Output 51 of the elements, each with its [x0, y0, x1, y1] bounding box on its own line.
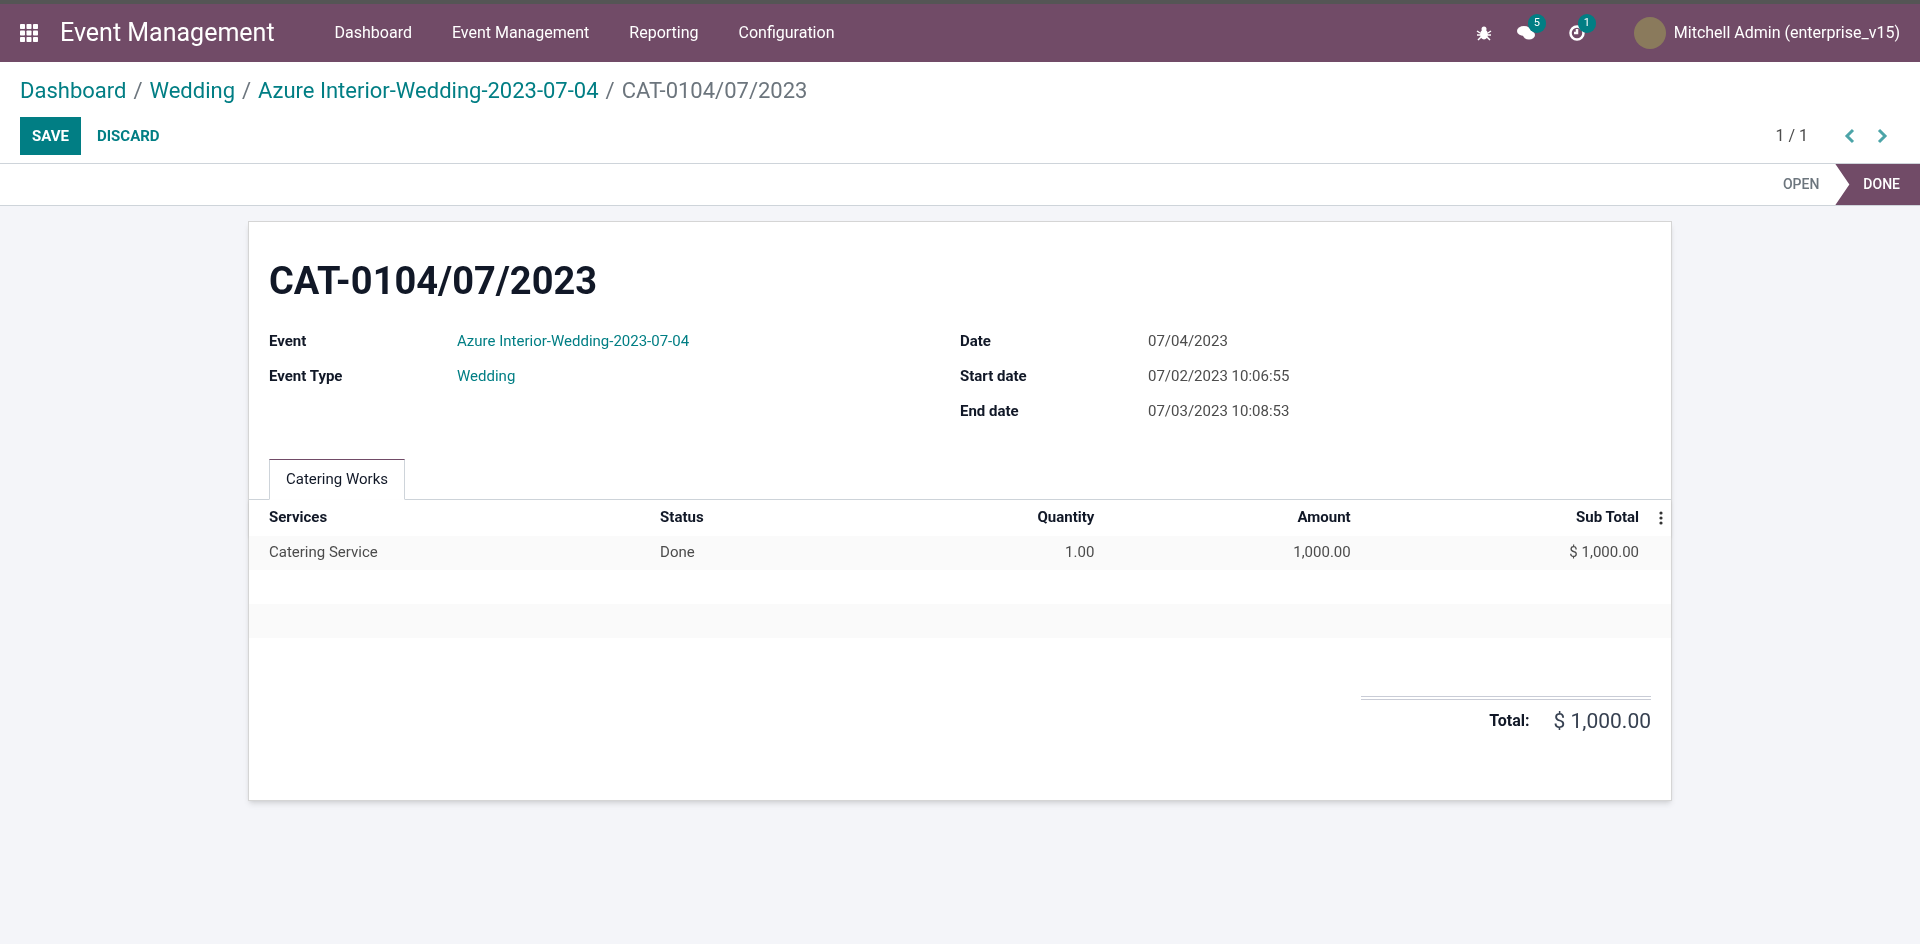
breadcrumb-separator: / — [242, 77, 252, 105]
pager-counter: 1 / 1 — [1775, 125, 1808, 147]
column-header[interactable]: Quantity — [859, 499, 1115, 536]
chevron-left-icon[interactable] — [1844, 128, 1856, 144]
notebook-tab[interactable]: Catering Works — [269, 458, 405, 500]
field-label: Date — [960, 330, 992, 352]
table-cell: Catering Service — [249, 535, 641, 570]
breadcrumb-item[interactable]: Dashboard — [20, 74, 127, 107]
notification-badge: 1 — [1577, 14, 1596, 33]
record-title: CAT-0104/07/2023 — [269, 258, 599, 305]
status-stage[interactable]: DONE — [1835, 164, 1920, 205]
field-label: Event — [269, 330, 308, 352]
field-value: 07/04/2023 — [1148, 330, 1228, 352]
menu-item[interactable]: Event Management — [431, 21, 610, 45]
table-cell: 1.00 — [859, 535, 1115, 570]
chevron-right-icon[interactable] — [1876, 128, 1888, 144]
column-header[interactable]: Services — [249, 499, 641, 536]
total-label: Total: — [1489, 710, 1530, 733]
column-options-icon[interactable] — [1659, 510, 1663, 525]
column-header[interactable]: Status — [640, 499, 860, 536]
clock-icon[interactable] — [1567, 24, 1586, 42]
column-header[interactable]: Amount — [1114, 499, 1371, 536]
apps-menu-icon[interactable] — [20, 24, 38, 42]
field-value: 07/02/2023 10:06:55 — [1148, 365, 1290, 387]
field-link[interactable]: Wedding — [457, 364, 516, 388]
breadcrumb-item[interactable]: Azure Interior-Wedding-2023-07-04 — [258, 74, 599, 107]
field-value: 07/03/2023 10:08:53 — [1148, 400, 1290, 422]
menu-item[interactable]: Configuration — [718, 21, 855, 45]
column-header[interactable]: Sub Total — [1370, 499, 1659, 536]
discard-button[interactable]: DISCARD — [80, 117, 176, 155]
save-button[interactable]: SAVE — [20, 117, 81, 155]
total-value: $ 1,000.00 — [1553, 707, 1651, 735]
menu-item[interactable]: Dashboard — [314, 21, 432, 45]
field-link[interactable]: Azure Interior-Wedding-2023-07-04 — [457, 329, 690, 353]
menu-item[interactable]: Reporting — [609, 21, 719, 45]
status-stage[interactable]: OPEN — [1766, 164, 1836, 205]
user-name[interactable]: Mitchell Admin (enterprise_v15) — [1673, 21, 1900, 45]
notification-badge: 5 — [1527, 14, 1546, 33]
field-label: Event Type — [269, 365, 344, 387]
breadcrumb-separator: / — [605, 77, 615, 105]
breadcrumb-item[interactable]: CAT-0104/07/2023 — [621, 74, 808, 107]
breadcrumb-item[interactable]: Wedding — [149, 74, 235, 107]
table-cell: $ 1,000.00 — [1370, 535, 1659, 570]
bug-icon[interactable] — [1475, 25, 1492, 41]
table-cell: Done — [640, 535, 860, 570]
field-label: End date — [960, 400, 1020, 422]
field-label: Start date — [960, 365, 1028, 387]
breadcrumb-separator: / — [133, 77, 143, 105]
table-cell: 1,000.00 — [1114, 535, 1371, 570]
chat-icon[interactable] — [1515, 24, 1536, 42]
app-title: Event Management — [60, 17, 275, 50]
